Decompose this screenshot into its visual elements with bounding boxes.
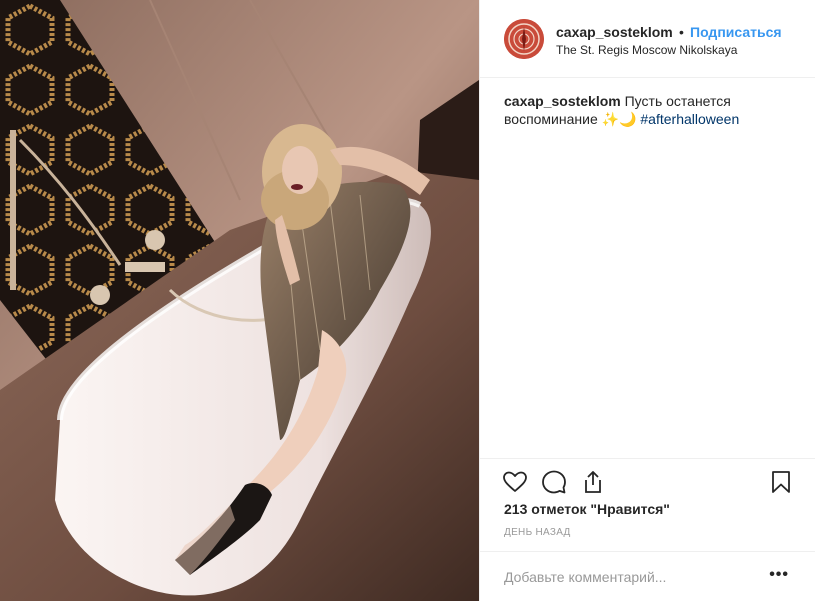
- header-separator: •: [679, 24, 684, 40]
- post-side-panel: caxap_sosteklom • Подписаться The St. Re…: [479, 0, 815, 601]
- post-caption: caxap_sosteklom Пусть останется воспомин…: [504, 92, 794, 128]
- likes-count[interactable]: 213 отметок "Нравится": [504, 501, 670, 517]
- bookmark-icon[interactable]: [768, 469, 794, 495]
- post-username[interactable]: caxap_sosteklom: [556, 24, 673, 40]
- heart-icon[interactable]: [502, 469, 528, 495]
- post-location[interactable]: The St. Regis Moscow Nikolskaya: [556, 43, 737, 57]
- post-photo[interactable]: [0, 0, 479, 601]
- comment-icon[interactable]: [541, 469, 567, 495]
- post-timestamp: ДЕНЬ НАЗАД: [504, 527, 571, 538]
- share-icon[interactable]: [580, 469, 606, 495]
- instagram-post: caxap_sosteklom • Подписаться The St. Re…: [0, 0, 815, 601]
- caption-username[interactable]: caxap_sosteklom: [504, 93, 621, 109]
- avatar-logo-icon: [504, 19, 544, 59]
- comment-bar: •••: [480, 551, 815, 601]
- comment-input[interactable]: [502, 564, 756, 590]
- follow-button[interactable]: Подписаться: [690, 24, 782, 40]
- more-options-icon[interactable]: •••: [769, 566, 789, 584]
- avatar[interactable]: [504, 19, 544, 59]
- caption-hashtag[interactable]: #afterhalloween: [640, 111, 739, 127]
- bathtub-photo-illustration: [0, 0, 479, 601]
- post-header: caxap_sosteklom • Подписаться The St. Re…: [480, 0, 815, 78]
- post-actions: [480, 458, 815, 503]
